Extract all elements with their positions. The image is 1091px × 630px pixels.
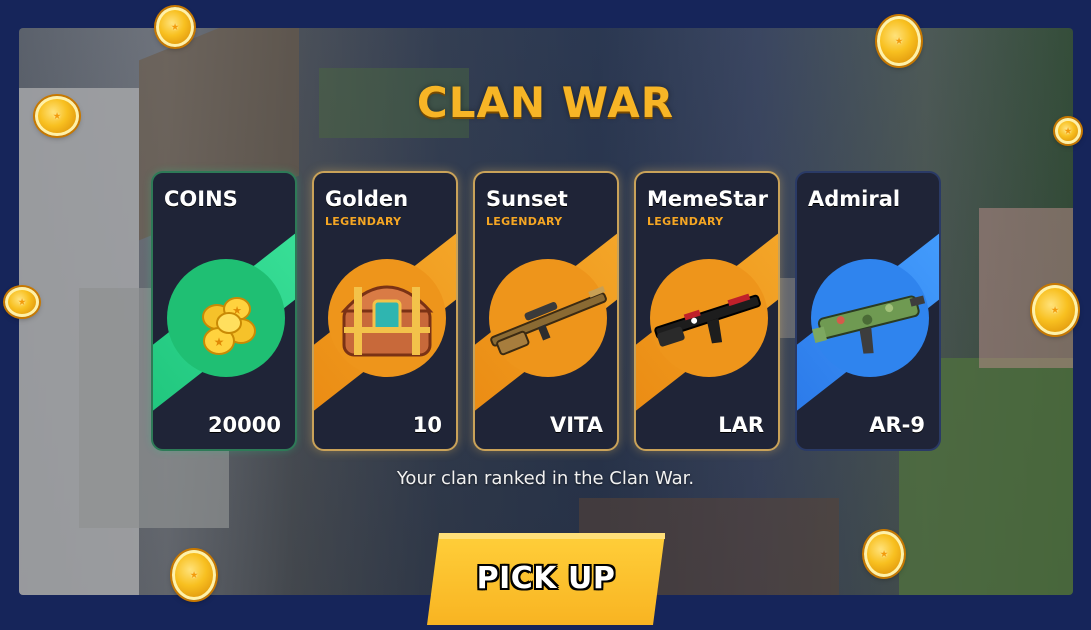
coin-icon xyxy=(877,16,921,66)
coin-icon xyxy=(156,7,194,47)
coin-icon xyxy=(5,287,39,317)
reward-name: MemeStar xyxy=(647,187,768,211)
reward-amount: 20000 xyxy=(207,413,281,437)
camo-smg-icon xyxy=(797,243,939,393)
reward-name: Sunset xyxy=(486,187,568,211)
coins-pile-icon: ★ ★ xyxy=(153,243,295,393)
assault-rifle-icon xyxy=(636,243,778,393)
reward-name: Admiral xyxy=(808,187,901,211)
reward-card-golden[interactable]: Golden LEGENDARY 10 xyxy=(312,171,458,451)
coin-icon xyxy=(1032,285,1078,335)
pick-up-label: PICK UP xyxy=(476,561,616,596)
pick-up-button[interactable]: PICK UP xyxy=(427,533,665,625)
reward-amount: AR-9 xyxy=(869,413,925,437)
rarity-label: LEGENDARY xyxy=(647,215,724,228)
screen-title: CLAN WAR xyxy=(416,78,675,127)
coin-icon xyxy=(864,531,904,577)
rarity-label: LEGENDARY xyxy=(325,215,402,228)
reward-card-admiral[interactable]: Admiral AR-9 xyxy=(795,171,941,451)
sniper-rifle-icon xyxy=(475,243,617,393)
result-message: Your clan ranked in the Clan War. xyxy=(396,468,695,489)
reward-amount: 10 xyxy=(412,413,442,437)
reward-name: Golden xyxy=(325,187,409,211)
reward-amount: LAR xyxy=(718,413,764,437)
reward-amount: VITA xyxy=(549,413,603,437)
coin-icon xyxy=(172,550,216,600)
treasure-chest-icon xyxy=(314,243,456,393)
svg-text:★: ★ xyxy=(214,335,225,349)
reward-card-sunset[interactable]: Sunset LEGENDARY VITA xyxy=(473,171,619,451)
reward-card-coins[interactable]: ★ ★ COINS 20000 xyxy=(151,171,297,451)
reward-name: COINS xyxy=(164,187,238,211)
reward-card-memestar[interactable]: MemeStar LEGENDARY LAR xyxy=(634,171,780,451)
rarity-label: LEGENDARY xyxy=(486,215,563,228)
svg-text:★: ★ xyxy=(232,304,242,317)
